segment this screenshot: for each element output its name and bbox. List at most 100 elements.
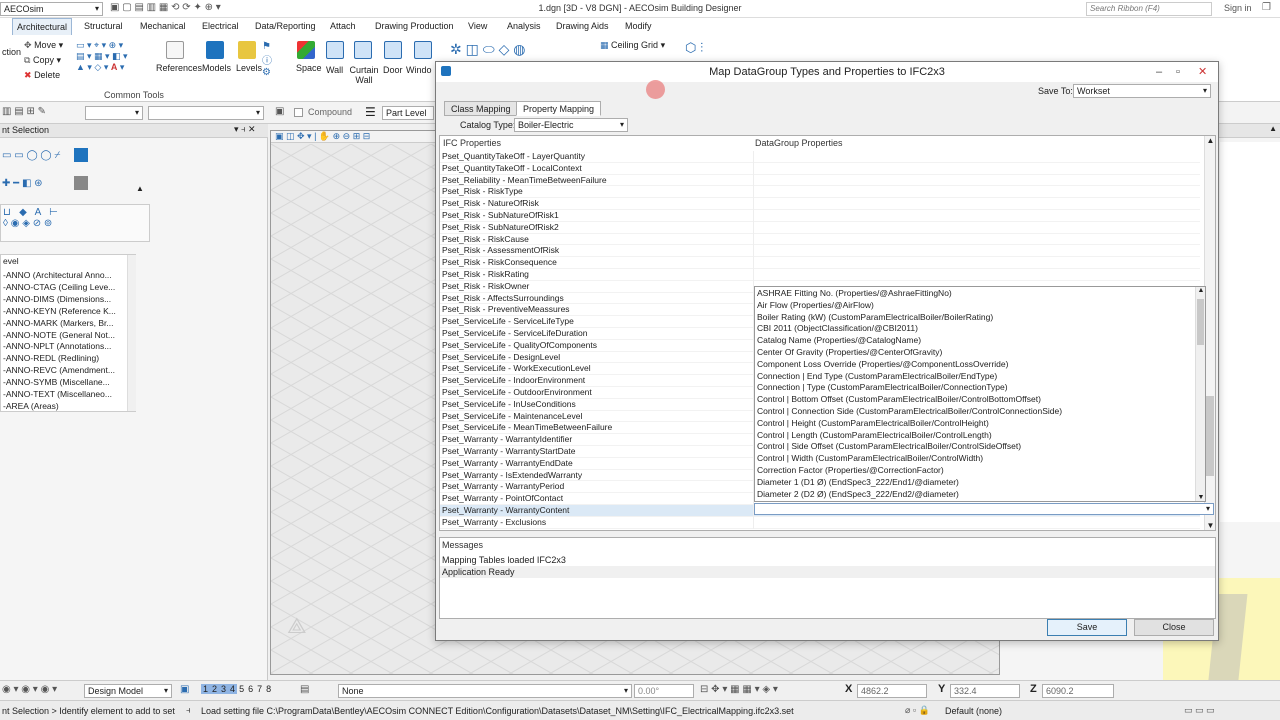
dropdown-option[interactable]: Control | Length (CustomParamElectricalB… [757,430,992,442]
active-level[interactable]: Default (none) [945,706,1002,716]
status-tray-icons[interactable]: ▭ ▭ ▭ [1184,705,1215,716]
dropdown-option[interactable]: CBI 2011 (ObjectClassification/@CBI2011) [757,323,918,335]
dropdown-option[interactable]: Air Flow (Properties/@AirFlow) [757,300,874,312]
table-row[interactable]: Pset_QuantityTakeOff - LayerQuantity [440,151,1200,163]
dropdown-option[interactable]: Diameter 2 (D2 Ø) (EndSpec3_222/End2/@di… [757,489,959,501]
datagroup-property-cell[interactable] [753,174,1200,187]
display-style-select[interactable]: None ▾ [338,684,632,698]
levels-button[interactable]: Levels [236,63,262,73]
attributes-icons[interactable]: ▥ ▤ ⊞ ✎ [2,106,46,117]
table-row[interactable]: Pset_Risk - RiskCause [440,233,1200,246]
table-row[interactable]: Pset_Risk - SubNatureOfRisk1 [440,210,1200,222]
close-icon[interactable]: ✕ [1198,62,1207,82]
angle-input[interactable]: 0.00° [634,684,694,698]
dropdown-option[interactable]: Correction Factor (Properties/@Correctio… [757,465,944,477]
tab-structural[interactable]: Structural [80,18,127,35]
tab-data-reporting[interactable]: Data/Reporting [251,18,320,35]
delete-button[interactable]: ✖ Delete [24,70,60,81]
minimize-icon[interactable]: – [1156,62,1162,82]
y-coordinate-input[interactable]: 332.4 [950,684,1020,698]
table-row[interactable]: Pset_Risk - AssessmentOfRisk [440,245,1200,258]
models-button[interactable]: Models [202,63,231,73]
level-item[interactable]: -ANNO-DIMS (Dimensions... [3,294,111,306]
close-button[interactable]: Close [1134,619,1214,636]
datagroup-property-cell[interactable] [753,221,1200,234]
dropdown-option[interactable]: Control | Bottom Offset (CustomParamElec… [757,394,1041,406]
dropdown-option[interactable]: Component Loss Override (Properties/@Com… [757,359,1008,371]
datagroup-property-cell[interactable] [753,516,1200,529]
view-8-button[interactable]: 8 [264,684,273,694]
sign-in-link[interactable]: Sign in [1224,3,1252,13]
style-select[interactable]: ▾ [85,106,143,120]
level-item[interactable]: -AREA (Areas) [3,401,59,413]
part-level-select[interactable]: Part Level [382,106,434,120]
tab-class-mapping[interactable]: Class Mapping [444,101,518,116]
tab-mechanical[interactable]: Mechanical [136,18,190,35]
dropdown-option[interactable]: Control | Width (CustomParamElectricalBo… [757,453,983,465]
level-item[interactable]: -ANNO-SYMB (Miscellane... [3,377,110,389]
datagroup-property-cell[interactable] [753,151,1200,163]
element-template-select[interactable]: ▾ [148,106,264,120]
grid-scroll-thumb[interactable] [1206,396,1214,476]
quick-access-toolbar[interactable]: ▣ ▢ ▤ ▥ ▦ ⟲ ⟳ ✦ ⊕ ▾ [110,2,221,13]
datagroup-property-cell[interactable] [753,257,1200,269]
datagroup-property-cell[interactable] [753,245,1200,258]
table-row[interactable]: Pset_Risk - RiskConsequence [440,257,1200,269]
workspace-select[interactable]: AECOsim ▾ [0,2,103,16]
datagroup-dropdown-list[interactable]: ▲ ▼ ASHRAE Fitting No. (Properties/@Ashr… [754,286,1206,502]
datagroup-property-cell[interactable] [753,269,1200,281]
view-6-button[interactable]: 6 [246,684,255,694]
dropdown-scroll-thumb[interactable] [1197,299,1204,345]
datagroup-property-cell[interactable] [753,198,1200,210]
view-nav-icons[interactable]: ◉ ▾ ◉ ▾ ◉ ▾ [2,684,57,695]
common-tools-icons[interactable]: ▭ ▾ ⌖ ▾ ⊕ ▾ ▤ ▾ ▦ ▾ ◧ ▾ ▲ ▾ ◇ ▾ A ▾ [76,40,128,73]
view-3-button[interactable]: 3 [219,684,229,694]
tab-modify[interactable]: Modify [621,18,656,35]
level-item[interactable]: -ANNO-TEXT (Miscellaneo... [3,389,112,401]
tab-attach[interactable]: Attach [326,18,360,35]
datagroup-property-cell[interactable] [753,162,1200,175]
toolsettings-icon[interactable]: ▣ [275,106,284,117]
curtain-wall-button[interactable]: Curtain Wall [349,65,379,85]
restore-icon[interactable]: ❐ [1262,2,1271,13]
dropdown-option[interactable]: Control | Side Offset (CustomParamElectr… [757,441,1021,453]
view-1-button[interactable]: 1 [201,684,211,694]
right-panel-collapse[interactable]: ▲ [1216,124,1280,138]
view-7-button[interactable]: 7 [255,684,264,694]
dropdown-option[interactable]: Catalog Name (Properties/@CatalogName) [757,335,921,347]
z-coordinate-input[interactable]: 6090.2 [1042,684,1114,698]
dropdown-option[interactable]: Control | Connection Side (CustomParamEl… [757,406,1062,418]
window-button[interactable]: Windo [406,65,432,75]
select-all-icon[interactable] [74,176,88,190]
dropdown-option[interactable]: Center Of Gravity (Properties/@CenterOfG… [757,347,942,359]
tab-analysis[interactable]: Analysis [503,18,545,35]
view-buttons[interactable]: 12345678 [201,684,273,694]
tab-architectural[interactable]: Architectural [12,18,73,35]
table-row[interactable]: Pset_Reliability - MeanTimeBetweenFailur… [440,174,1200,187]
tab-view[interactable]: View [464,18,491,35]
model-select[interactable]: Design Model ▾ [84,684,172,698]
level-item[interactable]: -ANNO-REVC (Amendment... [3,365,115,377]
accudraw-icons[interactable]: ⊟ ✥ ▾ ▦ ▦ ▾ ◈ ▾ [700,684,778,695]
table-row[interactable]: Pset_Risk - NatureOfRisk [440,198,1200,210]
view-group-icon[interactable]: ▣ [180,684,189,695]
ribbon-search-input[interactable]: Search Ribbon (F4) [1086,2,1212,16]
level-item[interactable]: -ANNO-MARK (Markers, Br... [3,318,114,330]
table-row[interactable]: Pset_Warranty - Exclusions [440,516,1200,529]
dropdown-option[interactable]: Diameter 1 (D1 Ø) (EndSpec3_222/End1/@di… [757,477,959,489]
catalog-type-select[interactable]: Boiler-Electric ▾ [514,118,628,132]
dropdown-scrollbar[interactable]: ▲ ▼ [1195,287,1205,501]
table-row[interactable]: Pset_Risk - SubNatureOfRisk2 [440,221,1200,234]
datagroup-combo[interactable]: ▾ [754,503,1214,515]
level-item[interactable]: -ANNO-NPLT (Annotations... [3,341,111,353]
dropdown-option[interactable]: ASHRAE Fitting No. (Properties/@AshraeFi… [757,288,952,300]
view-2-button[interactable]: 2 [210,684,220,694]
status-icons[interactable]: ⌀ ▫ 🔒 [905,705,930,716]
display-style-icon[interactable]: ▤ [300,684,309,695]
references-button[interactable]: References [156,63,202,73]
level-list-scrollbar[interactable] [127,255,136,411]
dropdown-option[interactable]: Boiler Rating (kW) (CustomParamElectrica… [757,312,993,324]
save-to-select[interactable]: Workset ▾ [1073,84,1211,98]
filter-tabs[interactable]: ⊔ ◆ A ⊢ ◊ ◉ ◈ ⊘ ⊚ [0,204,150,242]
level-item[interactable]: -ANNO-REDL (Redlining) [3,353,99,365]
